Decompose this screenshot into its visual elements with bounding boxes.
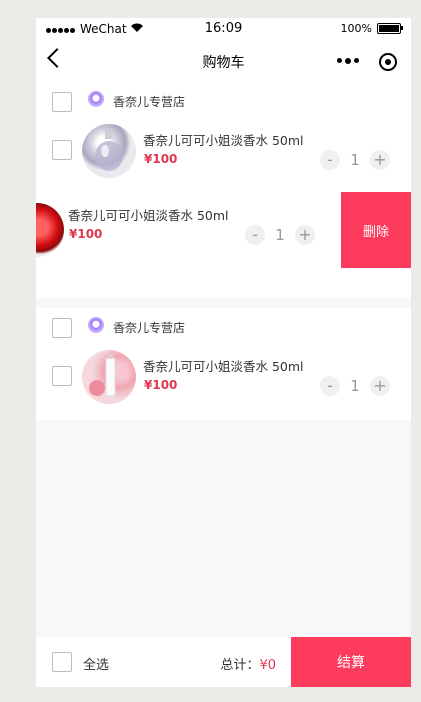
quantity-stepper: - 1 + <box>245 225 315 245</box>
shop-header: 香奈儿专营店 <box>36 82 411 116</box>
product-name[interactable]: 香奈儿可可小姐淡香水 50ml <box>143 130 304 149</box>
decrease-button[interactable]: - <box>320 150 340 170</box>
status-bar: WeChat 16:09 100% <box>36 18 411 40</box>
cart-item: 香奈儿可可小姐淡香水 50ml ¥100 - 1 + <box>36 116 411 178</box>
cart-item: 香奈儿可可小姐淡香水 50ml ¥100 - 1 + <box>36 342 411 404</box>
product-image[interactable] <box>82 124 136 178</box>
item-checkbox[interactable] <box>52 140 72 160</box>
increase-button[interactable]: + <box>370 150 390 170</box>
product-image[interactable] <box>36 203 64 257</box>
quantity-value[interactable]: 1 <box>340 377 370 395</box>
delete-button[interactable]: 删除 <box>341 192 411 268</box>
product-image[interactable] <box>82 350 136 404</box>
battery-icon <box>377 23 403 34</box>
shop-name: 香奈儿专营店 <box>113 321 186 335</box>
shop-name: 香奈儿专营店 <box>113 95 186 109</box>
total-label: 总计： <box>220 658 260 673</box>
increase-button[interactable]: + <box>370 376 390 396</box>
decrease-button[interactable]: - <box>320 376 340 396</box>
shop-checkbox[interactable] <box>52 318 72 338</box>
battery-label: 100% <box>340 22 372 35</box>
total-value: ¥0 <box>259 658 276 673</box>
quantity-stepper: - 1 + <box>320 376 390 396</box>
product-name[interactable]: 香奈儿可可小姐淡香水 50ml <box>68 205 229 224</box>
shop-group: 香奈儿专营店 香奈儿可可小姐淡香水 50ml ¥100 - 1 + <box>36 308 411 420</box>
shop-group: 香奈儿专营店 香奈儿可可小姐淡香水 50ml ¥100 - 1 + 香奈儿可可小… <box>36 82 411 298</box>
select-all-checkbox[interactable] <box>52 652 72 672</box>
increase-button[interactable]: + <box>295 225 315 245</box>
product-price: ¥100 <box>69 227 103 241</box>
checkout-button[interactable]: 结算 <box>291 637 411 687</box>
quantity-value[interactable]: 1 <box>265 226 295 244</box>
shop-icon <box>88 317 104 333</box>
item-checkbox[interactable] <box>52 366 72 386</box>
product-price: ¥100 <box>144 378 178 392</box>
select-all-label[interactable]: 全选 <box>83 654 109 673</box>
product-price: ¥100 <box>144 152 178 166</box>
nav-bar: 购物车 <box>36 40 411 82</box>
close-miniprogram-icon[interactable] <box>379 53 397 71</box>
more-options-icon[interactable] <box>337 57 359 64</box>
total-amount: 总计：¥0 <box>220 654 276 673</box>
shop-checkbox[interactable] <box>52 92 72 112</box>
decrease-button[interactable]: - <box>245 225 265 245</box>
quantity-value[interactable]: 1 <box>340 151 370 169</box>
quantity-stepper: - 1 + <box>320 150 390 170</box>
shop-icon <box>88 91 104 107</box>
cart-item-swiped[interactable]: 香奈儿可可小姐淡香水 50ml ¥100 - 1 + 删除 <box>36 192 411 268</box>
checkout-bar: 全选 总计：¥0 结算 <box>36 637 411 687</box>
battery-area: 100% <box>340 22 403 35</box>
phone-screen: WeChat 16:09 100% 购物车 香奈儿专营店 香奈儿可可小姐淡香水 … <box>36 18 411 687</box>
group-divider <box>36 298 411 308</box>
product-name[interactable]: 香奈儿可可小姐淡香水 50ml <box>143 356 304 375</box>
shop-header: 香奈儿专营店 <box>36 308 411 342</box>
